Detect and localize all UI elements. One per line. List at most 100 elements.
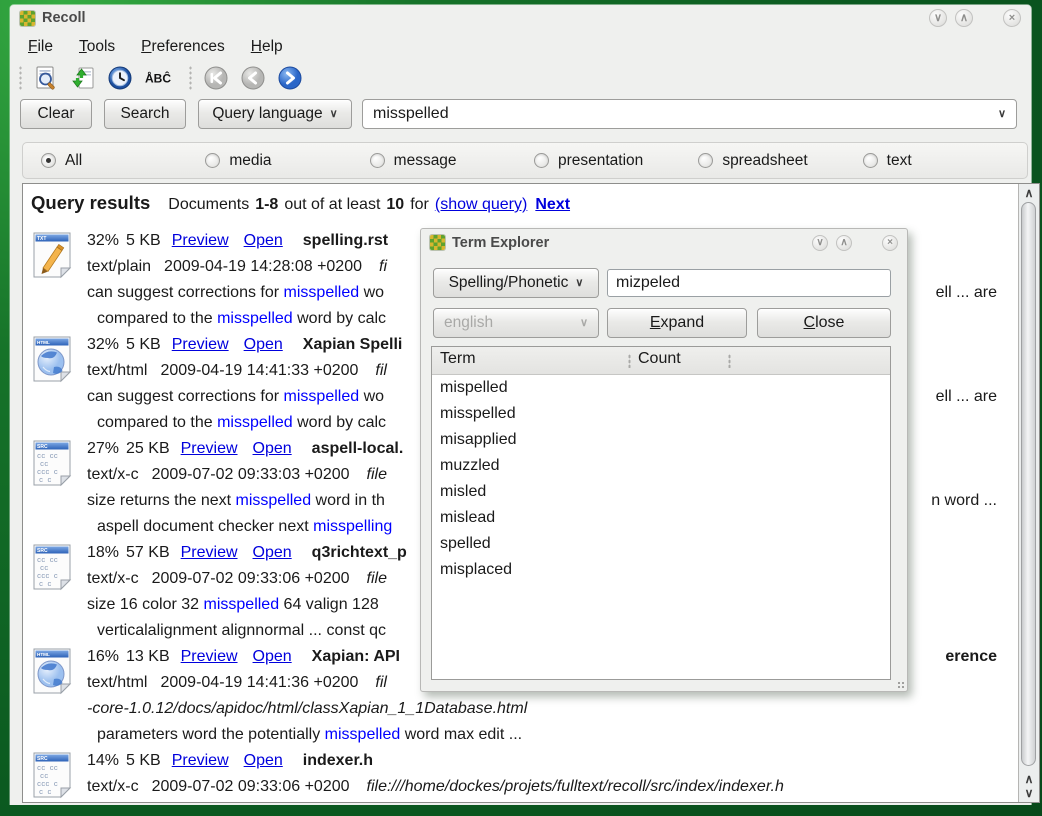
preview-link[interactable]: Preview — [181, 440, 238, 457]
expansion-mode-select[interactable]: Spelling/Phonetic ∨ — [433, 268, 599, 298]
maximize-button[interactable]: ∧ — [836, 235, 852, 251]
preview-link[interactable]: Preview — [172, 232, 229, 249]
file-size: 5 KB — [126, 752, 161, 769]
update-index-icon[interactable] — [69, 64, 97, 92]
recoll-app-icon — [20, 11, 35, 26]
filter-option-presentation[interactable]: presentation — [534, 152, 698, 170]
term-table-row[interactable]: mispelled — [432, 375, 890, 401]
doc-url: fi — [379, 258, 387, 275]
term-cell: misapplied — [440, 431, 516, 448]
result-title: spelling.rst — [303, 232, 388, 249]
column-resize-handle[interactable] — [628, 354, 631, 368]
preview-link[interactable]: Preview — [172, 752, 229, 769]
term-table-row[interactable]: spelled — [432, 531, 890, 557]
scroll-up-icon[interactable]: ∧ — [1019, 186, 1039, 200]
radio-button[interactable] — [205, 153, 220, 168]
prev-page-icon — [239, 64, 267, 92]
menu-help[interactable]: Help — [241, 35, 293, 59]
radio-button[interactable] — [863, 153, 878, 168]
close-button[interactable]: Close — [757, 308, 891, 338]
svg-text:cc: cc — [40, 773, 48, 781]
scroll-down-icon[interactable]: ∨ — [1019, 786, 1039, 800]
close-button[interactable]: × — [882, 235, 898, 251]
radio-button-selected[interactable] — [41, 153, 56, 168]
filter-option-message[interactable]: message — [370, 152, 534, 170]
term-table-row[interactable]: misled — [432, 479, 890, 505]
highlighted-term: misspelled — [284, 284, 360, 301]
open-link[interactable]: Open — [253, 440, 292, 457]
filter-option-spreadsheet[interactable]: spreadsheet — [698, 152, 862, 170]
result-title: Xapian Spelli — [303, 336, 403, 353]
dialog-title: Term Explorer — [452, 235, 805, 251]
query-language-select[interactable]: Query language ∨ — [198, 99, 352, 129]
result-title: indexer.h — [303, 752, 373, 769]
scroll-up-icon[interactable]: ∧ — [1019, 772, 1039, 786]
snippet-text: compared to the — [97, 310, 217, 327]
search-button[interactable]: Search — [104, 99, 186, 129]
show-query-link[interactable]: (show query) — [435, 196, 527, 214]
svg-text:cc: cc — [40, 565, 48, 573]
open-link[interactable]: Open — [244, 336, 283, 353]
snippet-text: word by calc — [293, 310, 386, 327]
resize-grip[interactable] — [897, 681, 905, 689]
column-resize-handle[interactable] — [728, 354, 731, 368]
scrollbar-thumb[interactable] — [1021, 202, 1036, 766]
main-titlebar[interactable]: Recoll ∨∧× — [10, 5, 1031, 31]
preview-link[interactable]: Preview — [181, 544, 238, 561]
open-link[interactable]: Open — [244, 232, 283, 249]
filter-option-all[interactable]: All — [41, 152, 205, 170]
mime-type: text/x-c — [87, 466, 139, 483]
menu-file[interactable]: File — [18, 35, 63, 59]
term-table-row[interactable]: muzzled — [432, 453, 890, 479]
close-button[interactable]: × — [1003, 9, 1021, 27]
mime-type: text/x-c — [87, 778, 139, 795]
open-link[interactable]: Open — [244, 752, 283, 769]
minimize-button[interactable]: ∨ — [812, 235, 828, 251]
menu-tools[interactable]: Tools — [69, 35, 125, 59]
radio-button[interactable] — [534, 153, 549, 168]
history-icon[interactable] — [106, 64, 134, 92]
svg-text:c c: c c — [39, 789, 52, 797]
preview-link[interactable]: Preview — [172, 336, 229, 353]
term-table-row[interactable]: mislead — [432, 505, 890, 531]
preview-link[interactable]: Preview — [181, 648, 238, 665]
search-input[interactable]: misspelled ∨ — [362, 99, 1017, 129]
column-header-count[interactable]: Count — [638, 350, 681, 368]
menu-preferences[interactable]: Preferences — [131, 35, 235, 59]
term-cell: spelled — [440, 535, 491, 552]
term-cell: mislead — [440, 509, 495, 526]
radio-button[interactable] — [698, 153, 713, 168]
term-input[interactable]: mizpeled — [607, 269, 891, 297]
filter-option-media[interactable]: media — [205, 152, 369, 170]
radio-button[interactable] — [370, 153, 385, 168]
snippet-text: word by calc — [293, 414, 386, 431]
advanced-search-icon[interactable] — [32, 64, 60, 92]
toolbar-separator — [188, 66, 193, 90]
term-explorer-icon[interactable]: ÅBĈ — [143, 64, 179, 92]
term-input-value: mizpeled — [616, 274, 680, 292]
svg-text:cc cc: cc cc — [37, 557, 58, 565]
open-link[interactable]: Open — [253, 544, 292, 561]
next-page-link[interactable]: Next — [535, 196, 570, 214]
results-scrollbar[interactable]: ∧ ∧ ∨ — [1018, 184, 1039, 802]
term-table-row[interactable]: misapplied — [432, 427, 890, 453]
next-page-icon[interactable] — [276, 64, 304, 92]
term-table-row[interactable]: misspelled — [432, 401, 890, 427]
mime-type: text/x-c — [87, 570, 139, 587]
toolbar-handle — [18, 66, 23, 90]
source-file-icon: SRCcc ccccccc cc c — [31, 748, 87, 802]
file-size: 5 KB — [126, 336, 161, 353]
clear-button[interactable]: Clear — [20, 99, 92, 129]
dialog-controls: ∨ ∧ × — [812, 235, 898, 251]
open-link[interactable]: Open — [253, 648, 292, 665]
column-header-term[interactable]: Term — [440, 350, 476, 368]
minimize-button[interactable]: ∨ — [929, 9, 947, 27]
term-table-header[interactable]: Term Count — [432, 347, 890, 375]
maximize-button[interactable]: ∧ — [955, 9, 973, 27]
expand-button[interactable]: Expand — [607, 308, 747, 338]
filter-option-text[interactable]: text — [863, 152, 1027, 170]
term-cell: muzzled — [440, 457, 500, 474]
dialog-titlebar[interactable]: Term Explorer ∨ ∧ × — [421, 229, 907, 256]
results-count-text: for — [410, 196, 429, 214]
term-table-row[interactable]: misplaced — [432, 557, 890, 583]
